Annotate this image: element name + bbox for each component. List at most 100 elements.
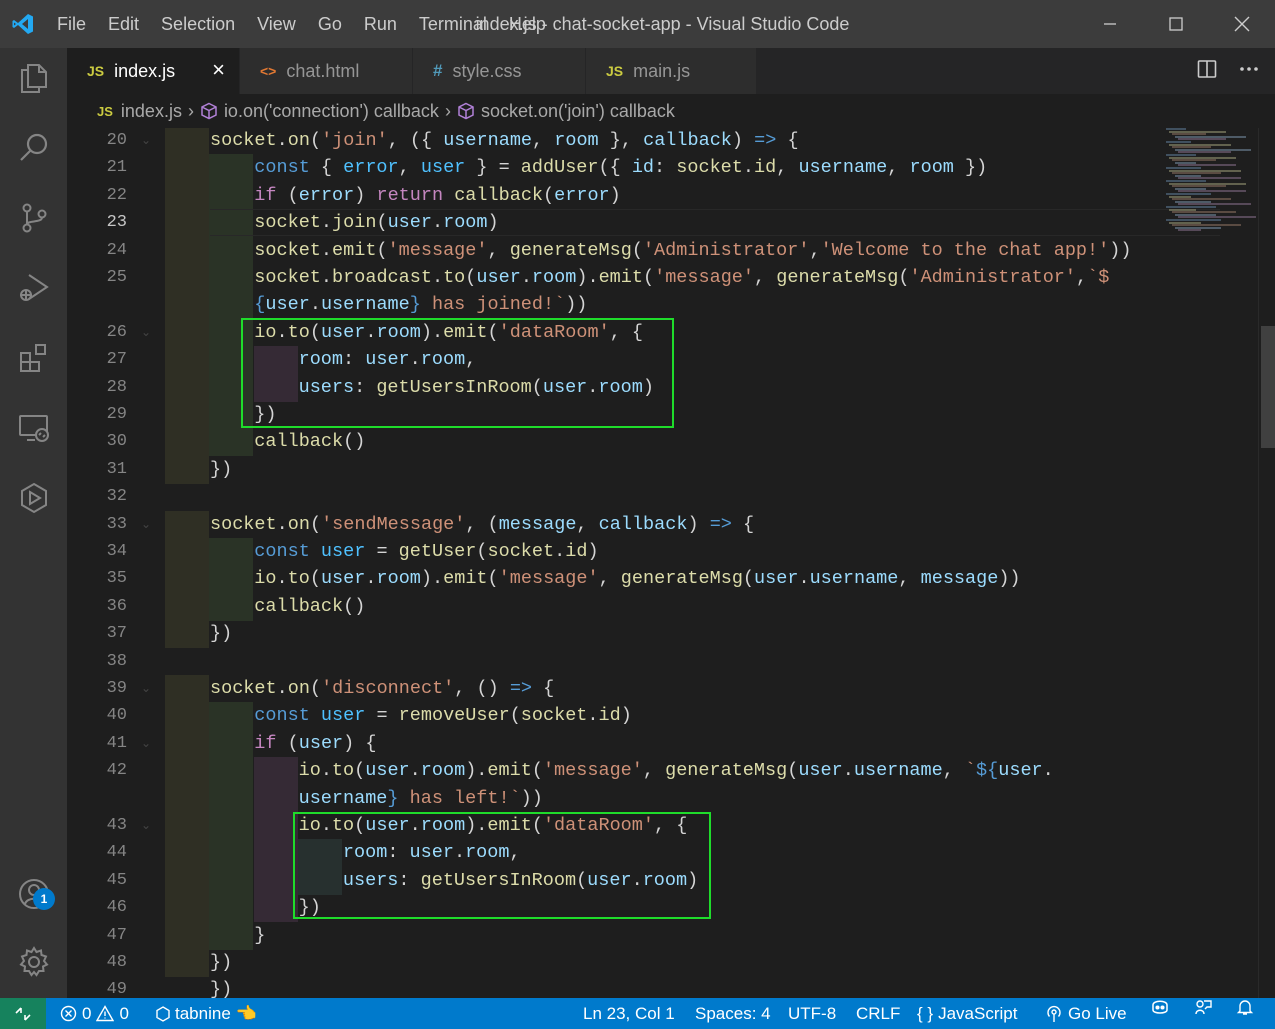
fold-chevron-icon[interactable]: ⌄ [141,133,151,147]
menu-selection[interactable]: Selection [150,0,246,48]
fold-chevron-icon[interactable]: ⌄ [141,736,151,750]
line-number[interactable]: 31 [67,456,127,483]
code-text: socket.on('disconnect', () => { [210,678,555,699]
problems-indicator[interactable]: 0 0 [60,998,129,1029]
fold-chevron-icon[interactable]: ⌄ [141,681,151,695]
indent-guide [165,181,209,210]
minimap[interactable] [1162,128,1258,238]
line-number[interactable]: 39 [67,675,127,702]
more-actions-icon[interactable] [1239,59,1259,84]
line-number[interactable]: 20 [67,128,127,154]
menu-view[interactable]: View [246,0,307,48]
line-number[interactable]: 44 [67,839,127,866]
maximize-button[interactable] [1143,0,1209,48]
accounts-icon[interactable]: 1 [0,866,67,922]
chevron-right-icon: › [444,100,451,121]
vscode-logo-icon [0,0,46,48]
source-control-icon[interactable] [0,190,67,246]
line-number[interactable]: 43 [67,812,127,839]
indent-guide [209,236,254,265]
breadcrumb-crumb-connection[interactable]: io.on('connection') callback [224,101,439,122]
settings-gear-icon[interactable] [0,934,67,990]
scrollbar-thumb[interactable] [1261,326,1275,448]
line-number[interactable]: 27 [67,346,127,373]
line-number[interactable]: 34 [67,538,127,565]
tabnine-status[interactable]: tabnine 👈 [156,998,257,1029]
line-number[interactable]: 33 [67,511,127,538]
extensions-icon[interactable] [0,330,67,386]
line-number[interactable]: 45 [67,867,127,894]
breadcrumb-crumb-join[interactable]: socket.on('join') callback [481,101,675,122]
code-text: socket.on('join', ({ username, room }, c… [210,130,799,151]
fold-chevron-icon[interactable]: ⌄ [141,818,151,832]
cursor-position[interactable]: Ln 23, Col 1 [583,998,675,1029]
remote-indicator[interactable] [0,998,46,1029]
code-line: {user.username} has joined!`)) [67,291,1275,320]
menu-go[interactable]: Go [307,0,353,48]
close-window-button[interactable] [1209,0,1275,48]
line-number[interactable]: 32 [67,483,127,510]
line-number[interactable]: 40 [67,702,127,729]
line-number[interactable]: 24 [67,237,127,264]
language-mode[interactable]: { } JavaScript [917,998,1017,1029]
line-number[interactable]: 28 [67,374,127,401]
line-number[interactable]: 25 [67,264,127,291]
menu-bar: File Edit Selection View Go Run Terminal… [46,0,557,48]
status-bar: 0 0 tabnine 👈 Ln 23, Col 1 Spaces: 4 UTF… [0,998,1275,1029]
line-number[interactable]: 26 [67,319,127,346]
line-number[interactable]: 47 [67,922,127,949]
split-editor-icon[interactable] [1197,59,1217,84]
fold-chevron-icon[interactable]: ⌄ [141,517,151,531]
code-text: const { error, user } = addUser({ id: so… [254,157,988,179]
line-number[interactable]: 35 [67,565,127,592]
indent-guide [165,401,209,429]
encoding[interactable]: UTF-8 [788,998,836,1029]
line-number[interactable]: 41 [67,730,127,757]
line-number[interactable]: 23 [67,209,127,236]
code-editor[interactable]: 20 ⌄ socket.on('join', ({ username, room }… [67,128,1275,998]
code-line: 20 ⌄ socket.on('join', ({ username, room }… [67,128,1275,155]
tab-index-js[interactable]: JS index.js × [67,48,240,94]
menu-help[interactable]: Help [498,0,557,48]
tab-chat-html[interactable]: <> chat.html [240,48,413,94]
live-share-icon[interactable] [0,470,67,526]
code-line: 47} [67,921,1275,950]
go-live-button[interactable]: Go Live [1045,998,1127,1029]
menu-edit[interactable]: Edit [97,0,150,48]
explorer-icon[interactable] [0,50,67,106]
line-number[interactable]: 46 [67,894,127,921]
line-number[interactable]: 42 [67,757,127,784]
indent-guide [209,346,254,375]
breadcrumb-file[interactable]: index.js [121,101,182,122]
tab-main-js[interactable]: JS main.js [586,48,757,94]
vertical-scrollbar[interactable] [1258,128,1275,998]
notifications-bell-icon[interactable] [1236,998,1254,1016]
tab-style-css[interactable]: # style.css [413,48,586,94]
code-text: room: user.room, [298,349,477,371]
line-number[interactable]: 30 [67,428,127,455]
line-number[interactable]: 38 [67,648,127,675]
copilot-icon[interactable] [1150,998,1170,1016]
code-line: 35 io.to(user.room).emit('message', gener… [67,565,1275,594]
run-debug-icon[interactable] [0,260,67,316]
line-number[interactable]: 22 [67,182,127,209]
warning-icon [96,1005,115,1022]
line-number[interactable]: 21 [67,154,127,181]
indentation[interactable]: Spaces: 4 [695,998,771,1029]
menu-file[interactable]: File [46,0,97,48]
line-number[interactable]: 49 [67,976,127,998]
line-number[interactable]: 48 [67,949,127,976]
end-of-line[interactable]: CRLF [856,998,900,1029]
close-tab-icon[interactable]: × [212,58,225,82]
minimize-button[interactable] [1077,0,1143,48]
feedback-icon[interactable] [1194,998,1212,1016]
code-line: 31}) [67,455,1275,484]
line-number[interactable]: 36 [67,593,127,620]
search-icon[interactable] [0,120,67,176]
fold-chevron-icon[interactable]: ⌄ [141,325,151,339]
menu-run[interactable]: Run [353,0,408,48]
line-number[interactable]: 37 [67,620,127,647]
line-number[interactable]: 29 [67,401,127,428]
remote-explorer-icon[interactable] [0,400,67,456]
menu-terminal[interactable]: Terminal [408,0,498,48]
